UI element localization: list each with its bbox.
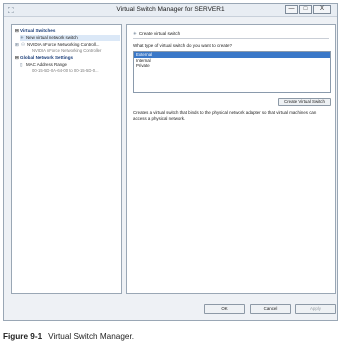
maximize-button[interactable]: □ — [299, 5, 312, 14]
switch-type-question: What type of virtual switch do you want … — [133, 43, 233, 48]
title-bar: ⛶ Virtual Switch Manager for SERVER1 — □… — [4, 4, 337, 17]
apply-button[interactable]: Apply — [295, 304, 336, 314]
virtual-switches-header[interactable]: ⊟Virtual Switches — [15, 28, 55, 34]
sidebar-item-nvidia-sub: NVIDIA nForce Networking Controller — [32, 48, 102, 53]
switch-type-list[interactable]: External Internal Private — [133, 51, 331, 93]
divider — [133, 38, 329, 39]
switch-type-private[interactable]: Private — [134, 63, 330, 69]
sidebar-item-new-switch[interactable]: ✳ New virtual network switch — [20, 35, 120, 41]
figure-caption: Figure 9-1 Virtual Switch Manager. — [3, 332, 134, 341]
switch-type-description: Creates a virtual switch that binds to t… — [133, 110, 317, 121]
cancel-button[interactable]: Cancel — [250, 304, 291, 314]
virtual-switch-manager-window: ⛶ Virtual Switch Manager for SERVER1 — □… — [3, 3, 338, 321]
minimize-button[interactable]: — — [285, 5, 298, 14]
content-panel: ✳ Create virtual switch What type of virt… — [126, 24, 336, 294]
navigation-panel: ⊟Virtual Switches ✳ New virtual network s… — [11, 24, 122, 294]
new-switch-icon: ✳ — [133, 31, 137, 36]
global-settings-header[interactable]: ⊟Global Network Settings — [15, 55, 73, 61]
figure-number: Figure 9-1 — [3, 332, 43, 341]
create-virtual-switch-button[interactable]: Create Virtual Switch — [278, 98, 331, 106]
window-controls: — □ X — [285, 5, 331, 14]
close-button[interactable]: X — [313, 5, 331, 14]
sidebar-item-mac-sub: 00-15-5D-0A-64-00 to 00-15-5D-0... — [32, 68, 99, 73]
ok-button[interactable]: OK — [204, 304, 245, 314]
figure-text: Virtual Switch Manager. — [48, 332, 135, 341]
section-title: ✳ Create virtual switch — [133, 31, 181, 36]
